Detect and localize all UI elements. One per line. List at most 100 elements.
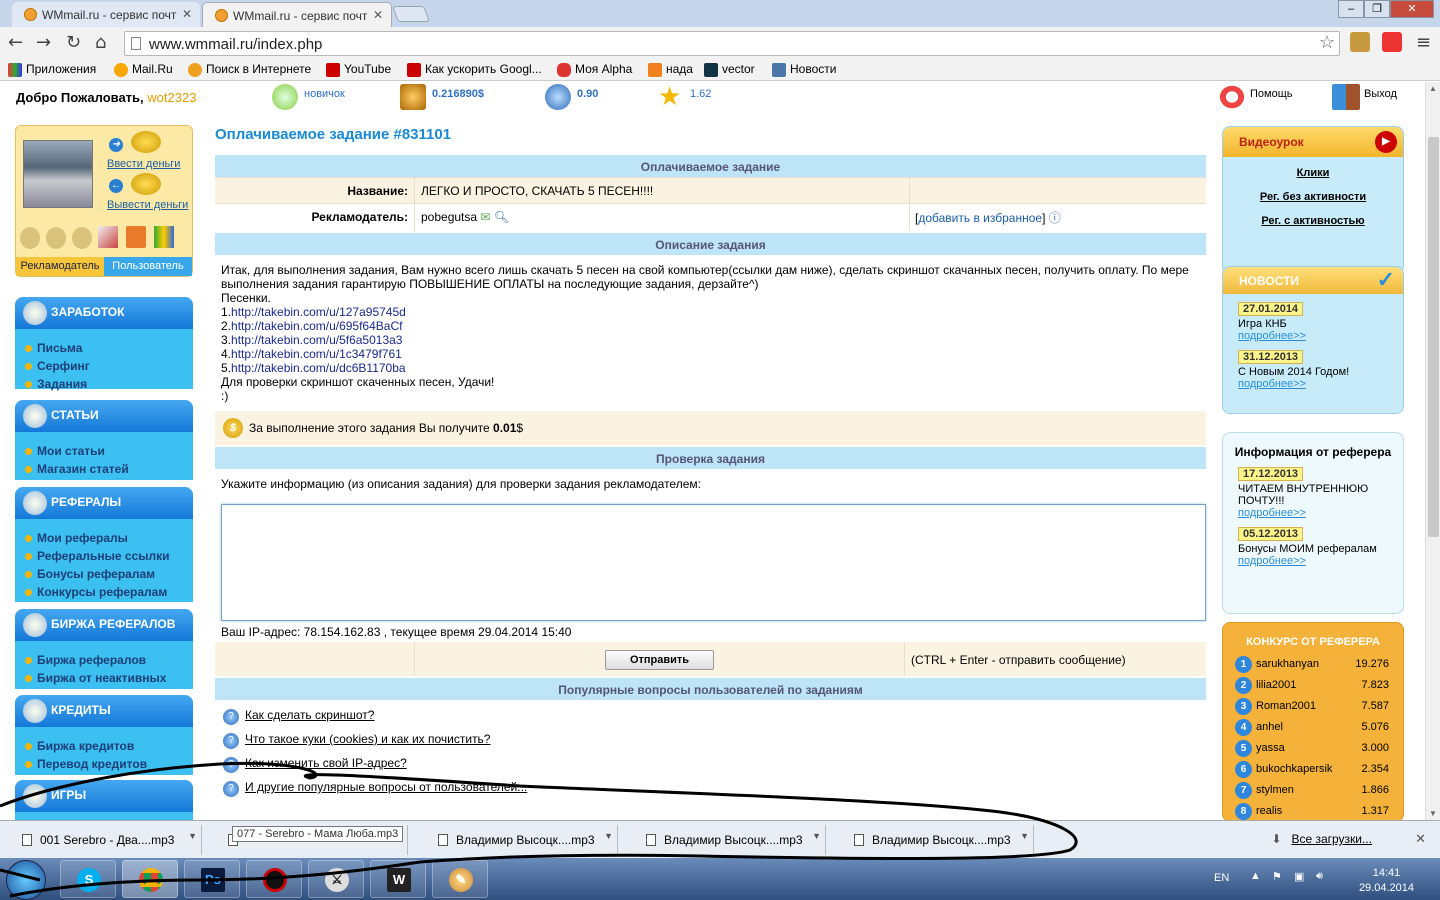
- taskbar-photoshop[interactable]: Ps: [184, 860, 240, 898]
- bookmark-nada[interactable]: нада: [648, 62, 693, 77]
- browser-tab-2[interactable]: WMmail.ru - сервис почт ✕: [202, 2, 392, 27]
- info-icon[interactable]: ⓘ: [1049, 211, 1061, 225]
- menu-item-ref-exchange[interactable]: Биржа рефералов: [15, 651, 193, 669]
- stack-icon[interactable]: [126, 226, 146, 248]
- menu-head[interactable]: ИГРЫ: [15, 780, 193, 812]
- magnifier-icon[interactable]: 🔍︎: [494, 210, 509, 224]
- taskbar-recorder[interactable]: [246, 860, 302, 898]
- song-link[interactable]: http://takebin.com/u/5f6a5013a3: [231, 333, 402, 347]
- bookmark-alpha[interactable]: Моя Alpha: [557, 62, 632, 77]
- restore-icon[interactable]: ❐: [1364, 0, 1390, 18]
- news-more-link[interactable]: подробнее>>: [1223, 330, 1403, 342]
- menu-head[interactable]: РЕФЕРАЛЫ: [15, 487, 193, 519]
- chevron-down-icon[interactable]: ▼: [1020, 831, 1029, 841]
- home-icon[interactable]: ⌂: [95, 32, 106, 53]
- chevron-down-icon[interactable]: ▼: [604, 831, 613, 841]
- advertiser-name[interactable]: pobegutsa: [421, 210, 477, 224]
- news-more-link[interactable]: подробнее>>: [1223, 378, 1403, 390]
- download-item[interactable]: Владимир Высоцк....mp3 ▼: [836, 825, 1034, 855]
- close-tab-icon[interactable]: ✕: [182, 7, 192, 21]
- menu-item-inactive-exchange[interactable]: Биржа от неактивных: [15, 669, 193, 687]
- forward-icon[interactable]: →: [36, 32, 51, 53]
- taskbar-wot[interactable]: W: [370, 860, 426, 898]
- reload-icon[interactable]: ↻: [66, 32, 81, 53]
- video-link[interactable]: Клики: [1223, 167, 1403, 179]
- menu-item-ref-bonuses[interactable]: Бонусы рефералам: [15, 565, 193, 583]
- chevron-down-icon[interactable]: ▼: [812, 831, 821, 841]
- menu-item-letters[interactable]: Письма: [15, 339, 193, 357]
- bookmark-speed[interactable]: Как ускорить Googl...: [407, 62, 542, 77]
- language-indicator[interactable]: EN: [1214, 872, 1229, 884]
- send-button[interactable]: Отправить: [605, 650, 714, 670]
- news-more-link[interactable]: подробнее>>: [1223, 555, 1403, 567]
- menu-head[interactable]: КРЕДИТЫ: [15, 695, 193, 727]
- bookmark-youtube[interactable]: YouTube: [326, 62, 391, 77]
- taskbar-skype[interactable]: S: [60, 860, 116, 898]
- song-link[interactable]: http://takebin.com/u/695f64BaCf: [231, 319, 402, 333]
- menu-item-ref-links[interactable]: Реферальные ссылки: [15, 547, 193, 565]
- help-link[interactable]: Помощь: [1218, 84, 1293, 110]
- menu-item-my-articles[interactable]: Мои статьи: [15, 442, 193, 460]
- taskbar-paint[interactable]: ✎: [432, 860, 488, 898]
- bookmark-news[interactable]: Новости: [772, 62, 836, 77]
- menu-head[interactable]: СТАТЬИ: [15, 400, 193, 432]
- taskbar-chrome[interactable]: [122, 860, 178, 898]
- close-window-icon[interactable]: ✕: [1390, 0, 1434, 18]
- play-icon[interactable]: ▶: [1375, 131, 1397, 153]
- tray-flag-icon[interactable]: ⚑: [1272, 870, 1282, 883]
- extension-icon[interactable]: [1382, 32, 1402, 52]
- bookmark-search[interactable]: Поиск в Интернете: [188, 62, 311, 77]
- bookmark-star-icon[interactable]: ☆: [1319, 32, 1335, 53]
- new-tab-button[interactable]: [392, 6, 430, 22]
- scroll-thumb[interactable]: [1428, 137, 1439, 537]
- chart-icon[interactable]: [154, 226, 174, 248]
- menu-icon[interactable]: ≡: [1416, 32, 1431, 53]
- taskbar-counterstrike[interactable]: ⚔: [308, 860, 364, 898]
- browser-tab-1[interactable]: WMmail.ru - сервис почт ✕: [12, 2, 200, 27]
- extension-icon[interactable]: [1350, 32, 1370, 52]
- clock[interactable]: 14:41 29.04.2014: [1359, 866, 1414, 896]
- deposit-link[interactable]: Ввести деньги: [107, 158, 180, 170]
- logout-link[interactable]: Выход: [1332, 84, 1397, 110]
- song-link[interactable]: http://takebin.com/u/127a95745d: [231, 305, 406, 319]
- chevron-down-icon[interactable]: ▼: [188, 831, 197, 841]
- check-info-textarea[interactable]: [221, 504, 1206, 621]
- tab-user[interactable]: Пользователь: [104, 257, 192, 276]
- minimize-icon[interactable]: –: [1338, 0, 1364, 18]
- menu-item-article-shop[interactable]: Магазин статей: [15, 460, 193, 478]
- pencil-icon[interactable]: [98, 226, 118, 248]
- menu-item-surfing[interactable]: Серфинг: [15, 357, 193, 375]
- menu-head[interactable]: БИРЖА РЕФЕРАЛОВ: [15, 609, 193, 641]
- avatar[interactable]: [23, 140, 93, 208]
- bookmark-apps[interactable]: Приложения: [8, 62, 96, 77]
- volume-icon[interactable]: 🔊︎: [1316, 870, 1323, 883]
- withdraw-link[interactable]: Вывести деньги: [107, 199, 188, 211]
- start-button[interactable]: [6, 860, 46, 900]
- scroll-up-icon[interactable]: ▲: [1429, 84, 1437, 93]
- bookmark-vector[interactable]: vector: [704, 62, 755, 77]
- video-link[interactable]: Рег. с активностью: [1223, 215, 1403, 227]
- menu-item-credit-transfer[interactable]: Перевод кредитов: [15, 755, 193, 773]
- network-icon[interactable]: ▣: [1294, 870, 1304, 883]
- song-link[interactable]: http://takebin.com/u/dc6B1170ba: [231, 361, 406, 375]
- tab-advertiser[interactable]: Рекламодатель: [16, 257, 104, 276]
- scroll-down-icon[interactable]: ▼: [1429, 809, 1437, 818]
- menu-item-ref-contests[interactable]: Конкурсы рефералам: [15, 583, 193, 601]
- news-more-link[interactable]: подробнее>>: [1223, 507, 1403, 519]
- close-icon[interactable]: ✕: [1415, 831, 1426, 847]
- mail-icon[interactable]: ✉: [480, 210, 490, 224]
- back-icon[interactable]: ←: [8, 32, 23, 53]
- page-scrollbar[interactable]: ▲ ▼: [1425, 82, 1440, 820]
- close-tab-icon[interactable]: ✕: [373, 8, 383, 22]
- menu-item-tasks[interactable]: Задания: [15, 375, 193, 393]
- menu-item-my-referrals[interactable]: Мои рефералы: [15, 529, 193, 547]
- bookmark-mailru[interactable]: Mail.Ru: [114, 62, 173, 77]
- address-bar[interactable]: www.wmmail.ru/index.php ☆: [124, 31, 1340, 56]
- download-item[interactable]: 001 Serebro - Два....mp3 ▼: [4, 825, 202, 855]
- add-favorite-link[interactable]: добавить в избранное: [918, 211, 1042, 225]
- all-downloads-link[interactable]: Все загрузки...: [1272, 832, 1372, 846]
- username[interactable]: wot2323: [147, 90, 196, 105]
- tray-expand-icon[interactable]: ▲: [1250, 870, 1261, 882]
- song-link[interactable]: http://takebin.com/u/1c3479f761: [231, 347, 402, 361]
- download-item[interactable]: Владимир Высоцк....mp3 ▼: [628, 825, 826, 855]
